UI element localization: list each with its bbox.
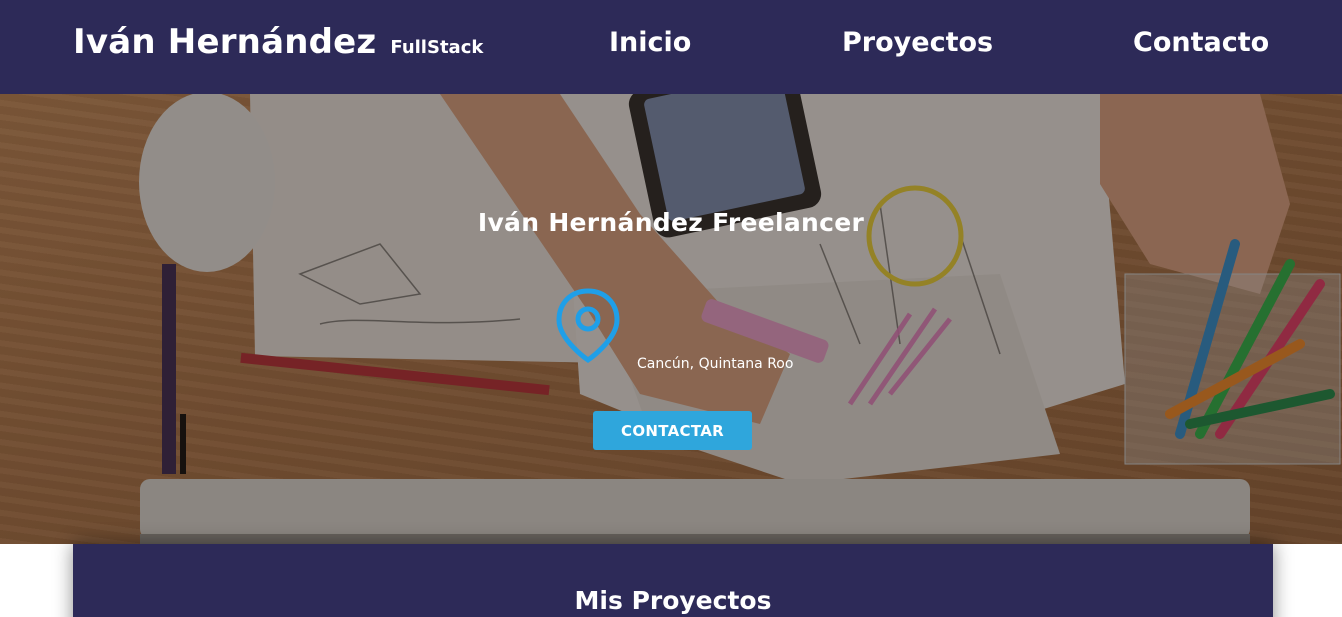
brand-tagline: FullStack bbox=[390, 37, 484, 58]
hero-banner: Iván Hernández Freelancer Cancún, Quinta… bbox=[0, 94, 1342, 544]
contactar-button[interactable]: CONTACTAR bbox=[593, 411, 752, 450]
nav-link-proyectos[interactable]: Proyectos bbox=[842, 27, 993, 58]
hero-title: Iván Hernández Freelancer bbox=[477, 208, 865, 237]
projects-title: Mis Proyectos bbox=[574, 586, 772, 615]
brand[interactable]: Iván Hernández FullStack bbox=[73, 22, 483, 62]
nav-link-contacto[interactable]: Contacto bbox=[1133, 27, 1269, 58]
location-label: Cancún, Quintana Roo bbox=[637, 356, 794, 372]
brand-name[interactable]: Iván Hernández bbox=[73, 22, 376, 62]
nav-link-inicio[interactable]: Inicio bbox=[609, 27, 691, 58]
hero-overlay bbox=[0, 94, 1342, 544]
map-pin-icon bbox=[556, 288, 620, 364]
projects-section: Mis Proyectos bbox=[73, 544, 1273, 617]
site-header: Iván Hernández FullStack Inicio Proyecto… bbox=[0, 0, 1342, 94]
